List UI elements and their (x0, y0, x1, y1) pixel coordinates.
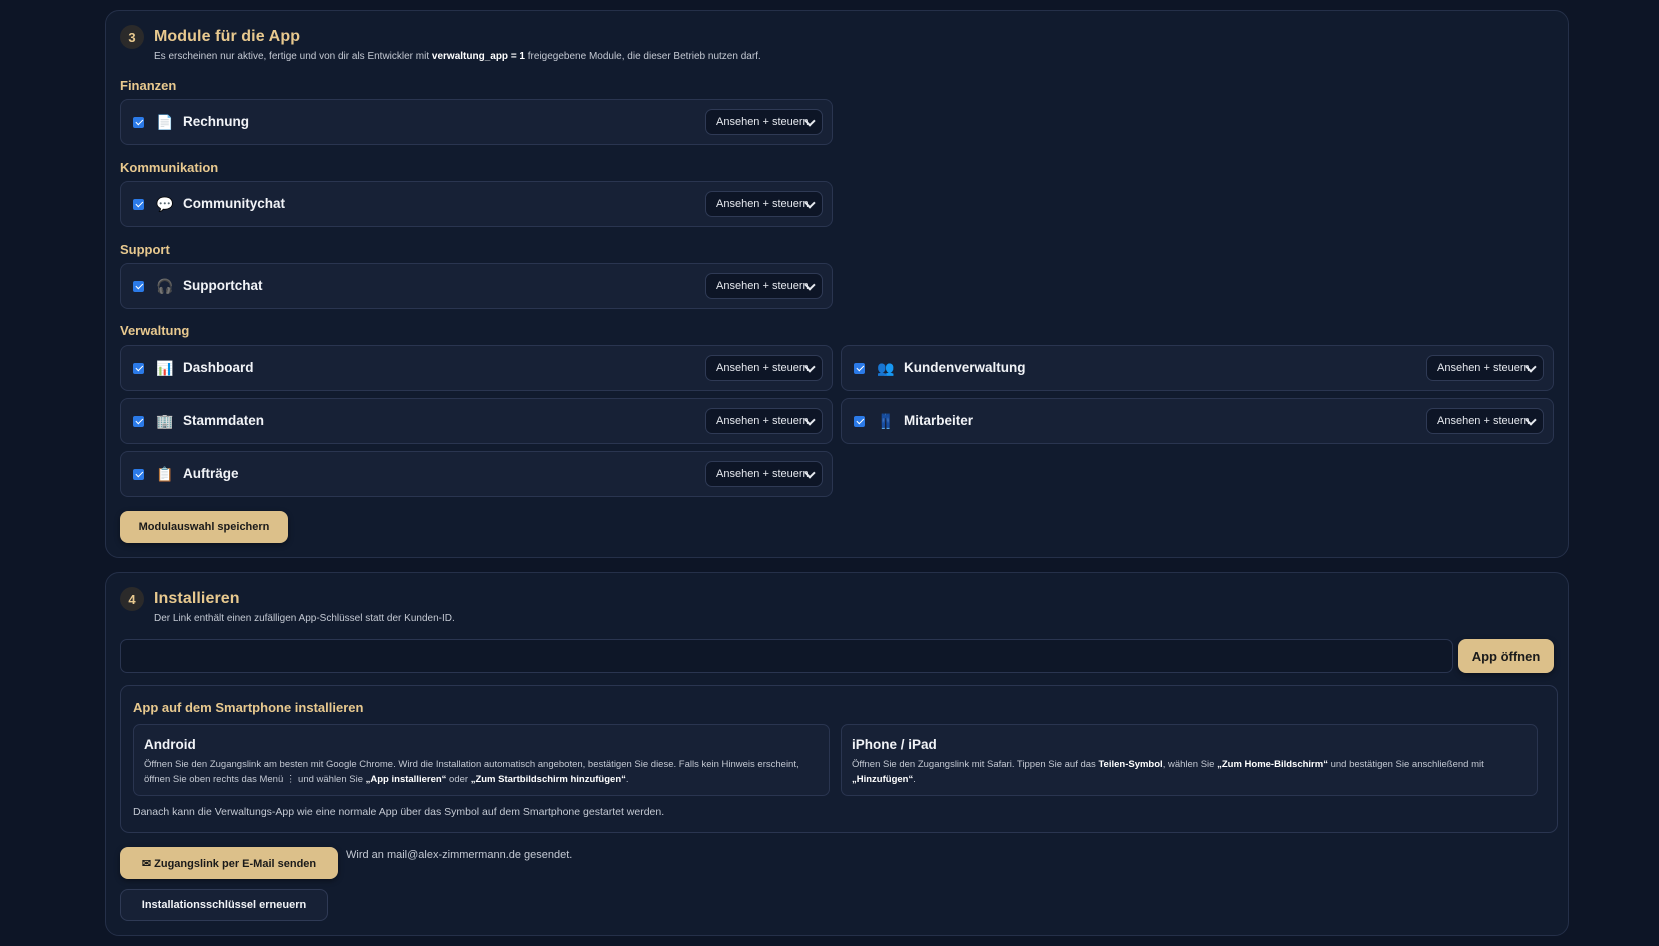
headphones-icon: 🎧 (156, 278, 174, 294)
speech-bubble-icon: 💬 (156, 196, 174, 212)
module-label: Mitarbeiter (904, 413, 974, 428)
people-icon: 👥 (877, 360, 895, 376)
category-verwaltung: Verwaltung (120, 323, 190, 338)
module-card-dashboard: 📊 Dashboard Ansehen + steuern (120, 345, 833, 391)
module-checkbox[interactable] (133, 363, 144, 374)
clipboard-icon: 📋 (156, 466, 174, 482)
module-card-rechnung: 📄 Rechnung Ansehen + steuern (120, 99, 833, 145)
module-label: Dashboard (183, 360, 254, 375)
module-card-kundenverwaltung: 👥 Kundenverwaltung Ansehen + steuern (841, 345, 1554, 391)
section-subtitle: Es erscheinen nur aktive, fertige und vo… (154, 51, 761, 62)
modules-panel: 3 Module für die App Es erscheinen nur a… (105, 10, 1569, 558)
module-card-stammdaten: 🏢 Stammdaten Ansehen + steuern (120, 398, 833, 444)
module-card-auftraege: 📋 Aufträge Ansehen + steuern (120, 451, 833, 497)
permission-select-value: Ansehen + steuern (716, 415, 809, 427)
permission-select[interactable]: Ansehen + steuern (705, 191, 823, 217)
module-card-communitychat: 💬 Communitychat Ansehen + steuern (120, 181, 833, 227)
android-card: Android Öffnen Sie den Zugangslink am be… (133, 724, 830, 796)
module-label: Kundenverwaltung (904, 360, 1026, 375)
bar-chart-icon: 📊 (156, 360, 174, 376)
permission-select[interactable]: Ansehen + steuern (705, 461, 823, 487)
module-label: Aufträge (183, 466, 239, 481)
email-note: Wird an mail@alex-zimmermann.de gesendet… (346, 849, 573, 861)
permission-select[interactable]: Ansehen + steuern (705, 273, 823, 299)
ios-card: iPhone / iPad Öffnen Sie den Zugangslink… (841, 724, 1538, 796)
section-title: Installieren (154, 590, 240, 607)
renew-key-button[interactable]: Installationsschlüssel erneuern (120, 889, 328, 921)
module-card-mitarbeiter: 👖 Mitarbeiter Ansehen + steuern (841, 398, 1554, 444)
permission-select-value: Ansehen + steuern (1437, 415, 1530, 427)
permission-select-value: Ansehen + steuern (716, 198, 809, 210)
permission-select-value: Ansehen + steuern (716, 468, 809, 480)
module-checkbox[interactable] (854, 363, 865, 374)
permission-select-value: Ansehen + steuern (716, 362, 809, 374)
ios-text: Öffnen Sie den Zugangslink mit Safari. T… (852, 759, 1484, 785)
module-checkbox[interactable] (133, 281, 144, 292)
install-instructions: App auf dem Smartphone installieren Andr… (120, 685, 1558, 833)
module-checkbox[interactable] (133, 117, 144, 128)
module-label: Rechnung (183, 114, 249, 129)
permission-select-value: Ansehen + steuern (716, 280, 809, 292)
install-footer: Danach kann die Verwaltungs-App wie eine… (133, 806, 665, 818)
module-card-supportchat: 🎧 Supportchat Ansehen + steuern (120, 263, 833, 309)
access-link-input[interactable] (120, 639, 1453, 673)
step-number: 3 (120, 25, 144, 49)
category-support: Support (120, 242, 170, 257)
category-kommunikation: Kommunikation (120, 160, 219, 175)
step-number: 4 (120, 587, 144, 611)
module-label: Communitychat (183, 196, 286, 211)
office-building-icon: 🏢 (156, 413, 174, 429)
module-checkbox[interactable] (854, 416, 865, 427)
install-panel: 4 Installieren Der Link enthält einen zu… (105, 572, 1569, 936)
jeans-icon: 👖 (877, 413, 895, 429)
permission-select[interactable]: Ansehen + steuern (1426, 355, 1544, 381)
open-app-button[interactable]: App öffnen (1458, 639, 1554, 673)
module-checkbox[interactable] (133, 199, 144, 210)
module-checkbox[interactable] (133, 469, 144, 480)
permission-select[interactable]: Ansehen + steuern (705, 109, 823, 135)
module-label: Stammdaten (183, 413, 265, 428)
section-title: Module für die App (154, 28, 301, 45)
send-email-link-button[interactable]: ✉ Zugangslink per E-Mail senden (120, 847, 338, 879)
module-checkbox[interactable] (133, 416, 144, 427)
android-text: Öffnen Sie den Zugangslink am besten mit… (144, 759, 799, 785)
module-label: Supportchat (183, 278, 263, 293)
permission-select[interactable]: Ansehen + steuern (705, 408, 823, 434)
permission-select[interactable]: Ansehen + steuern (1426, 408, 1544, 434)
permission-select[interactable]: Ansehen + steuern (705, 355, 823, 381)
save-modules-button[interactable]: Modulauswahl speichern (120, 511, 288, 543)
document-icon: 📄 (156, 114, 174, 130)
ios-title: iPhone / iPad (852, 737, 937, 752)
section-subtitle: Der Link enthält einen zufälligen App-Sc… (154, 613, 455, 624)
category-finanzen: Finanzen (120, 78, 177, 93)
android-title: Android (144, 737, 196, 752)
permission-select-value: Ansehen + steuern (1437, 362, 1530, 374)
permission-select-value: Ansehen + steuern (716, 116, 809, 128)
install-title: App auf dem Smartphone installieren (133, 700, 364, 715)
